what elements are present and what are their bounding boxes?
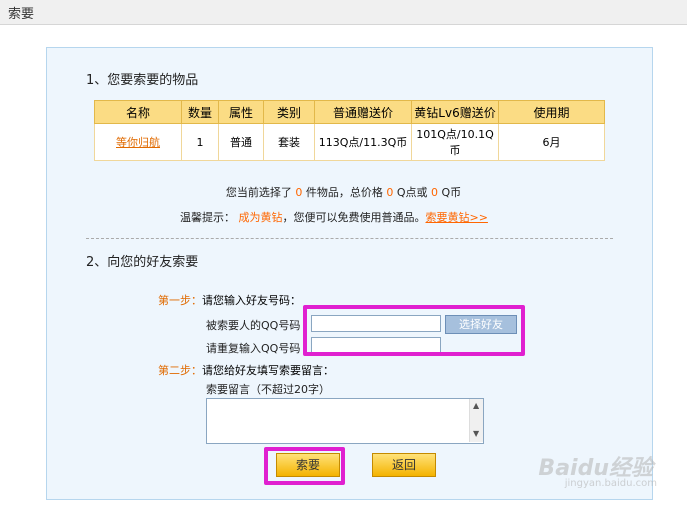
table-cell: 6月 xyxy=(498,123,605,161)
window-title: 索要 xyxy=(8,7,35,22)
scroll-up-icon[interactable]: ▲ xyxy=(473,401,479,410)
table-cell: 套装 xyxy=(263,123,315,161)
message-label: 索要留言（不超过20字） xyxy=(206,383,330,396)
column-header: 属性 xyxy=(218,100,264,124)
highlight-frame xyxy=(264,447,345,485)
title-bar: 索要 xyxy=(0,0,687,25)
column-header: 名称 xyxy=(94,100,182,124)
table-cell: 普通 xyxy=(218,123,264,161)
scroll-down-icon[interactable]: ▼ xyxy=(473,429,479,438)
message-textarea[interactable] xyxy=(206,398,484,444)
qq-label: 被索要人的QQ号码 xyxy=(206,319,301,332)
column-header: 普通赠送价 xyxy=(314,100,412,124)
tip-text: 温馨提示： 成为黄钻，您便可以免费使用普通品。索要黄钻>> xyxy=(180,211,488,224)
column-header: 数量 xyxy=(181,100,219,124)
item-name-link[interactable]: 等你归航 xyxy=(116,136,160,149)
table-cell: 101Q点/10.1Q币 xyxy=(411,123,499,161)
selection-summary: 您当前选择了 0 件物品，总价格 0 Q点或 0 Q币 xyxy=(225,186,462,199)
qq-repeat-label: 请重复输入QQ号码 xyxy=(206,342,301,355)
total-qpoints: 0 xyxy=(386,186,394,199)
selected-count: 0 xyxy=(295,186,303,199)
column-header: 类别 xyxy=(263,100,315,124)
message-scrollbar[interactable]: ▲ ▼ xyxy=(469,399,483,442)
table-cell[interactable]: 等你归航 xyxy=(94,123,182,161)
back-button[interactable]: 返回 xyxy=(372,453,436,477)
become-yellow-diamond-link[interactable]: 成为黄钻 xyxy=(239,211,283,224)
total-qcoins: 0 xyxy=(431,186,438,199)
step1-instruction: 第一步：请您输入好友号码： xyxy=(158,294,301,307)
request-yellow-diamond-link[interactable]: 索要黄钻>> xyxy=(426,211,488,224)
table-cell: 1 xyxy=(181,123,219,161)
highlight-frame xyxy=(303,305,525,356)
step2-instruction: 第二步：请您给好友填写索要留言： xyxy=(158,364,334,377)
gift-table-header: 名称 数量 属性 类别 普通赠送价 黄钻Lv6赠送价 使用期 xyxy=(94,100,605,124)
column-header: 黄钻Lv6赠送价 xyxy=(411,100,499,124)
section1-title: 1、您要索要的物品 xyxy=(86,73,199,88)
divider xyxy=(86,238,613,239)
section2-title: 2、向您的好友索要 xyxy=(86,255,199,270)
table-row: 等你归航 1 普通 套装 113Q点/11.3Q币 101Q点/10.1Q币 6… xyxy=(94,123,605,161)
watermark-url: jingyan.baidu.com xyxy=(564,478,657,489)
column-header: 使用期 xyxy=(498,100,605,124)
table-cell: 113Q点/11.3Q币 xyxy=(314,123,412,161)
gift-table: 名称 数量 属性 类别 普通赠送价 黄钻Lv6赠送价 使用期 等你归航 1 普通… xyxy=(94,100,605,161)
